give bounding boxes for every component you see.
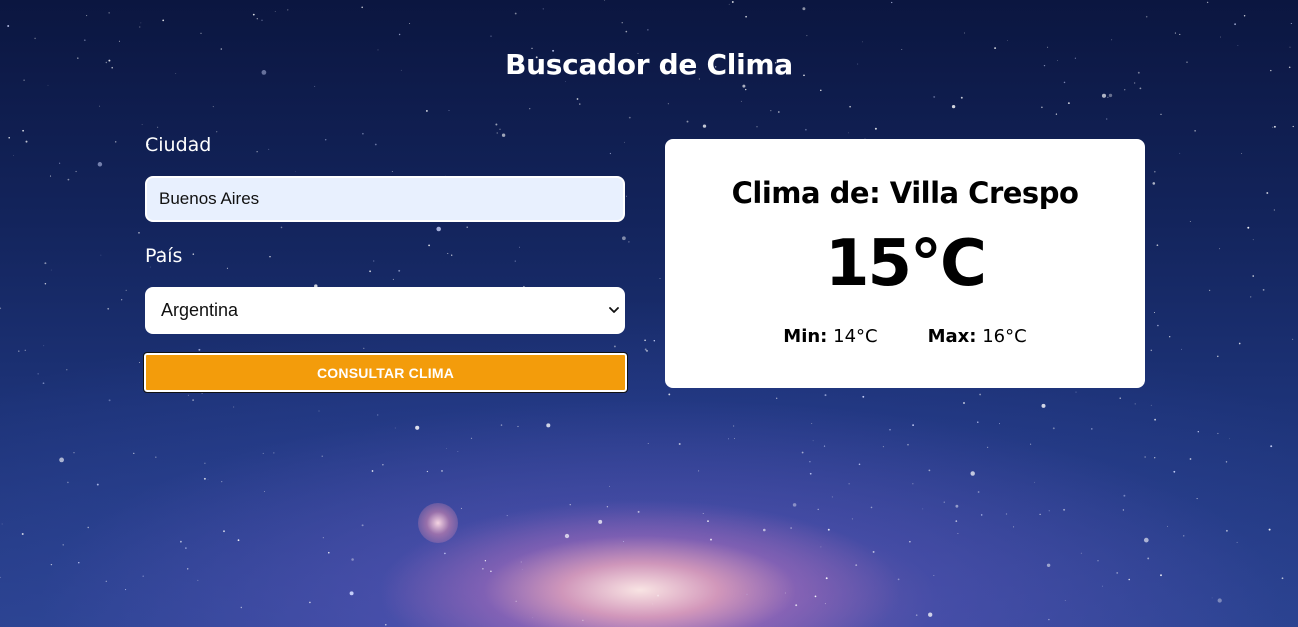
consult-weather-button[interactable]: CONSULTAR CLIMA — [143, 352, 628, 393]
min-max-row: Min: 14°C Max: 16°C — [665, 326, 1145, 347]
nebula-glow — [418, 503, 458, 543]
min-label: Min: — [783, 326, 828, 347]
max-temperature: Max: 16°C — [928, 326, 1027, 347]
city-label: Ciudad — [145, 134, 212, 156]
chevron-down-icon — [609, 307, 619, 313]
country-select[interactable]: Argentina — [145, 287, 625, 334]
page-title: Buscador de Clima — [505, 48, 793, 81]
max-value: 16°C — [982, 326, 1027, 347]
current-temperature: 15°C — [824, 227, 987, 301]
country-label: País — [145, 245, 183, 267]
result-heading: Clima de: Villa Crespo — [731, 176, 1079, 210]
city-input[interactable] — [145, 176, 625, 222]
country-select-value: Argentina — [161, 300, 239, 320]
min-value: 14°C — [833, 326, 878, 347]
weather-result-card: Clima de: Villa Crespo 15°C Min: 14°C Ma… — [665, 139, 1145, 388]
min-temperature: Min: 14°C — [783, 326, 877, 347]
search-form: Ciudad País Argentina CONSULTAR CLIMA — [143, 134, 628, 393]
max-label: Max: — [927, 326, 977, 347]
